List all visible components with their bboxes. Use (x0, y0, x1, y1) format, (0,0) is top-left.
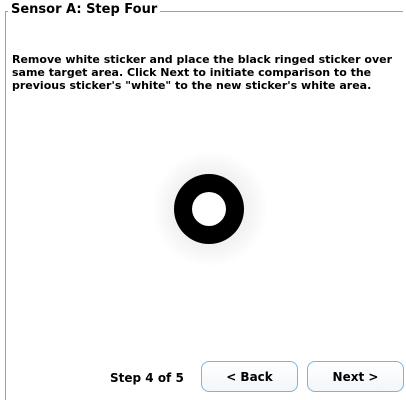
sticker-white-center (192, 192, 226, 226)
next-button[interactable]: Next > (307, 361, 404, 392)
step-indicator: Step 4 of 5 (110, 371, 184, 385)
back-button[interactable]: < Back (201, 361, 298, 392)
groupbox-title: Sensor A: Step Four (8, 1, 161, 19)
black-ringed-sticker-icon (174, 174, 244, 244)
instructions-text: Remove white sticker and place the black… (12, 53, 393, 92)
